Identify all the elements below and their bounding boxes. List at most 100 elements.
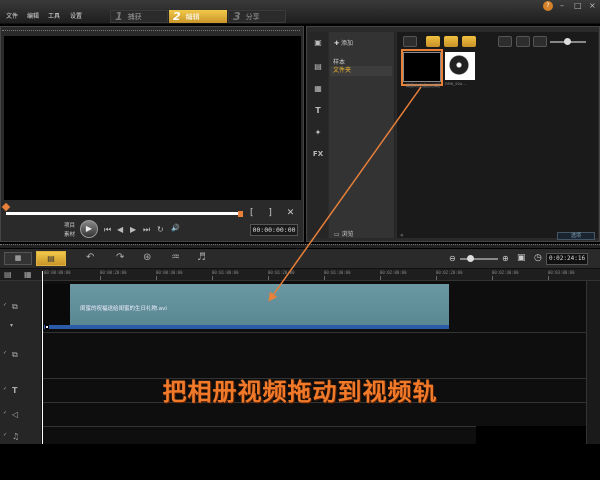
clock-icon: ◷	[534, 253, 542, 263]
nav-item-samples[interactable]: 样本	[333, 57, 345, 66]
step-number: 2	[173, 10, 181, 23]
end-icon[interactable]: ⏭	[143, 225, 150, 235]
track-manager-icon[interactable]: ▤	[4, 270, 12, 279]
auto-music-icon[interactable]: ♬	[197, 252, 206, 263]
footer-area	[0, 444, 600, 480]
plus-icon: ✚	[334, 40, 341, 47]
chapter-icon[interactable]: ▦	[24, 270, 32, 279]
step-number: 1	[115, 10, 123, 23]
scrub-bar[interactable]	[6, 212, 242, 215]
zoom-slider[interactable]	[460, 258, 498, 260]
filter-icon[interactable]: FX	[311, 150, 325, 160]
tab-capture[interactable]: 1 捕获	[110, 10, 168, 23]
menu-file[interactable]: 文件	[6, 11, 18, 20]
zoom-out-icon[interactable]: ⊖	[449, 254, 456, 263]
nav-item-folder[interactable]: 文件夹	[330, 66, 392, 76]
show-photo-button[interactable]	[444, 36, 458, 47]
clip-thumbnail-frame	[44, 284, 70, 326]
mode-project-label: 项目	[64, 223, 76, 229]
repeat-icon[interactable]: ↻	[157, 225, 164, 234]
slider-knob[interactable]	[564, 38, 571, 45]
tab-share[interactable]: 3 分享	[228, 10, 286, 23]
show-video-button[interactable]	[426, 36, 440, 47]
undo-icon[interactable]: ↶	[86, 252, 94, 263]
options-button[interactable]: 选项	[557, 232, 595, 240]
collapse-icon[interactable]: «	[400, 232, 404, 239]
menu-bar	[0, 0, 600, 24]
vertical-scrollbar[interactable]	[586, 281, 600, 444]
project-clip-toggle[interactable]: 项目 素材	[64, 222, 75, 240]
ruler-tick-label: 00:03:00:00	[548, 270, 575, 275]
step-number: 3	[233, 10, 241, 23]
track-divider	[42, 332, 586, 333]
ruler-tick	[268, 276, 269, 280]
prev-frame-icon[interactable]: ◀	[117, 225, 123, 234]
minimize-button[interactable]: –	[560, 1, 564, 10]
ruler-tick	[492, 276, 493, 280]
list-view-icon[interactable]	[498, 36, 512, 47]
timeline-view-button[interactable]: ▤	[36, 251, 66, 266]
overlay-track-icon[interactable]: ⧉	[12, 350, 18, 360]
ruler-tick	[548, 276, 549, 280]
ruler-tick-label: 00:02:00:00	[380, 270, 407, 275]
voice-track-icon[interactable]: ◁	[12, 410, 18, 419]
ruler-tick	[324, 276, 325, 280]
menu-edit[interactable]: 编辑	[27, 11, 39, 20]
play-button[interactable]: ▶	[80, 220, 98, 238]
panel-grip[interactable]	[0, 244, 600, 248]
clip-duration-bar[interactable]	[44, 325, 449, 329]
ruler-tick-label: 00:01:40:00	[324, 270, 351, 275]
audio-mix-icon[interactable]: ♒	[171, 252, 180, 263]
transition-icon[interactable]: ▦	[311, 84, 325, 94]
panel-grip[interactable]	[2, 30, 300, 33]
close-button[interactable]: ×	[589, 1, 596, 10]
home-icon[interactable]: ⏮	[104, 225, 111, 235]
redo-icon[interactable]: ↷	[116, 252, 124, 263]
track-toggle-icon[interactable]: ✓	[3, 350, 7, 356]
tab-label: 捕获	[127, 12, 142, 21]
folder-icon[interactable]	[403, 36, 417, 47]
title-icon[interactable]: T	[311, 106, 325, 116]
grid-view-icon[interactable]	[516, 36, 530, 47]
clip-filename: 闺蜜的祝福送给闺蜜的生日礼物.avi	[80, 306, 167, 312]
zoom-knob[interactable]	[467, 255, 474, 262]
mode-clip-label: 素材	[64, 232, 76, 238]
fit-project-icon[interactable]: ▣	[517, 253, 526, 263]
browse-button[interactable]: ▭ 浏览	[334, 229, 354, 238]
instruction-text: 把相册视频拖动到视频轨	[162, 378, 438, 406]
clip-caption: 闺蜜的祝福送给闺蜜...	[406, 83, 440, 88]
ruler-tick-label: 00:00:20:00	[100, 270, 127, 275]
record-icon[interactable]: ⊛	[143, 252, 151, 263]
media-icon[interactable]: ▣	[311, 38, 325, 48]
next-frame-icon[interactable]: ▶	[130, 225, 136, 234]
show-audio-button[interactable]	[462, 36, 476, 47]
sort-icon[interactable]	[533, 36, 547, 47]
track-toggle-icon[interactable]: ✓	[3, 432, 7, 438]
video-track-icon[interactable]: ⧉	[12, 302, 18, 312]
help-icon[interactable]: ?	[543, 1, 553, 11]
tab-edit[interactable]: 2 编辑	[169, 10, 227, 23]
ruler-tick-label: 00:01:00:00	[212, 270, 239, 275]
track-toggle-icon[interactable]: ✓	[3, 410, 7, 416]
ruler-tick	[436, 276, 437, 280]
ruler-tick	[380, 276, 381, 280]
empty-area	[476, 426, 586, 444]
menu-tools[interactable]: 工具	[48, 11, 60, 20]
track-toggle-icon[interactable]: ✓	[3, 302, 7, 308]
browse-icon: ▭	[334, 231, 342, 238]
add-label: 添加	[340, 40, 353, 47]
add-folder-button[interactable]: ✚ 添加	[334, 38, 353, 47]
expand-track-icon[interactable]: ▾	[10, 322, 13, 329]
music-track-icon[interactable]: ♫	[12, 432, 19, 441]
timecode-display[interactable]: 00:00:00:00	[250, 224, 298, 236]
volume-icon[interactable]: 🔊	[171, 224, 180, 232]
instant-project-icon[interactable]: ▤	[311, 62, 325, 72]
storyboard-view-button[interactable]: ▦	[4, 252, 32, 265]
menu-settings[interactable]: 设置	[70, 11, 82, 20]
graphics-icon[interactable]: ✦	[311, 128, 325, 138]
playhead[interactable]	[42, 271, 43, 444]
maximize-button[interactable]: □	[574, 1, 582, 10]
ruler-tick	[156, 276, 157, 280]
trim-end-handle[interactable]	[238, 211, 243, 217]
zoom-in-icon[interactable]: ⊕	[502, 254, 509, 263]
